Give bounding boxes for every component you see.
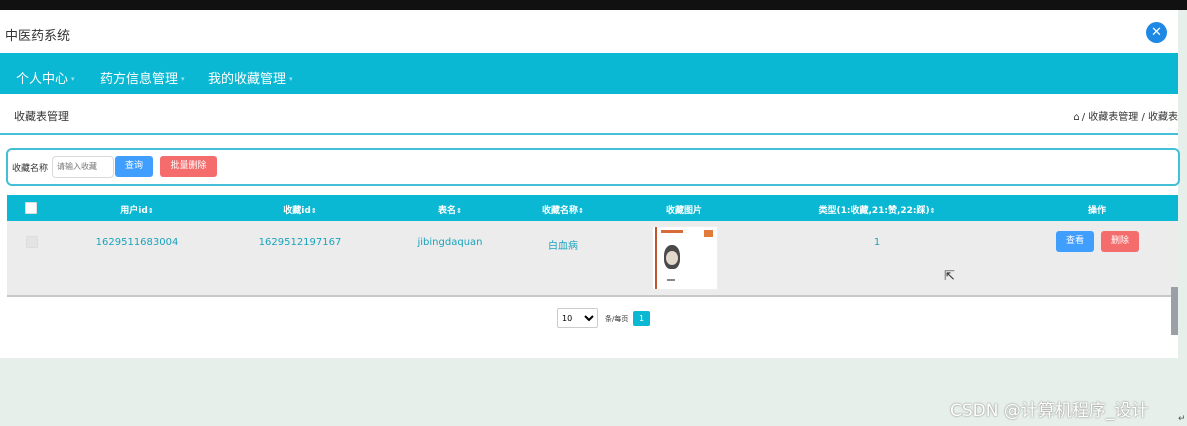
column-header-user-id[interactable]: 用户id⇕ [120, 203, 153, 216]
search-label: 收藏名称 [12, 164, 49, 174]
watermark: CSDN @计算机程序_设计 [950, 401, 1149, 421]
favorite-image-thumbnail[interactable] [652, 226, 718, 290]
title-bar: 收藏表管理 ⌂ / 收藏表管理 / 收藏表 [0, 94, 1178, 135]
table-header: 用户id⇕ 收藏id⇕ 表名⇕ 收藏名称⇕ 收藏图片 类型(1:收藏,21:赞,… [7, 195, 1178, 221]
per-page-label: 条/每页 [605, 315, 629, 323]
column-header-table-name[interactable]: 表名⇕ [438, 203, 462, 216]
view-button[interactable]: 查看 [1056, 231, 1094, 252]
search-input[interactable] [52, 156, 114, 178]
home-icon[interactable]: ⌂ [1073, 112, 1079, 123]
row-checkbox[interactable] [26, 236, 38, 248]
cell-table-name: jibingdaquan [417, 237, 483, 248]
column-header-favorite-name[interactable]: 收藏名称⇕ [542, 203, 584, 216]
column-header-favorite-id[interactable]: 收藏id⇕ [283, 203, 316, 216]
breadcrumb: ⌂ / 收藏表管理 / 收藏表 [1073, 108, 1178, 123]
page-title: 收藏表管理 [14, 110, 69, 123]
sort-icon: ⇕ [578, 207, 584, 215]
select-all-checkbox[interactable] [25, 202, 37, 214]
sort-icon: ⇕ [310, 207, 317, 215]
top-nav: 个人中心 ▾ 药方信息管理 ▾ 我的收藏管理 ▾ [0, 53, 1178, 94]
fullscreen-icon[interactable]: ✕ [1146, 22, 1167, 43]
scrollbar-thumb[interactable] [1171, 287, 1178, 335]
favorites-table: 用户id⇕ 收藏id⇕ 表名⇕ 收藏名称⇕ 收藏图片 类型(1:收藏,21:赞,… [7, 195, 1178, 297]
chevron-down-icon: ▾ [71, 75, 75, 83]
column-header-type[interactable]: 类型(1:收藏,21:赞,22:踩)⇕ [818, 203, 935, 216]
cell-type: 1 [873, 237, 881, 248]
sort-icon: ⇕ [147, 207, 154, 215]
top-strip [0, 0, 1187, 10]
page-number-current[interactable]: 1 [633, 311, 650, 326]
nav-item-personal-center[interactable]: 个人中心 ▾ [16, 68, 75, 87]
nav-item-favorites-management[interactable]: 我的收藏管理 ▾ [208, 68, 293, 87]
nav-item-prescription-management[interactable]: 药方信息管理 ▾ [100, 68, 185, 87]
delete-button[interactable]: 删除 [1101, 231, 1139, 252]
sort-icon: ⇕ [456, 207, 462, 215]
cell-favorite-id: 1629512197167 [258, 237, 342, 248]
cell-user-id: 1629511683004 [95, 237, 179, 248]
app-title: 中医药系统 [5, 29, 71, 44]
main-content: 收藏表管理 ⌂/ 收藏表管理 / 收藏表 收藏名称 查询 批量删除 用户id⇕ … [0, 94, 1180, 358]
sort-icon: ⇕ [929, 207, 936, 215]
app-header: 中医药系统 ✕ [0, 10, 1178, 53]
chevron-down-icon: ▾ [181, 75, 185, 83]
breadcrumb-text: / 收藏表管理 / 收藏表 [1081, 112, 1178, 123]
cell-favorite-name: 白血病 [548, 241, 578, 252]
batch-delete-button[interactable]: 批量删除 [160, 156, 217, 177]
mouse-cursor-icon: ⇱ [944, 269, 955, 284]
column-header-actions: 操作 [1087, 206, 1107, 216]
return-glyph-icon: ↵ [1178, 414, 1186, 424]
search-form: 收藏名称 查询 批量删除 [6, 148, 1180, 186]
page-size-select[interactable]: 10 [557, 308, 598, 328]
chevron-down-icon: ▾ [289, 75, 293, 83]
query-button[interactable]: 查询 [115, 156, 153, 177]
column-header-favorite-image: 收藏图片 [665, 206, 703, 216]
